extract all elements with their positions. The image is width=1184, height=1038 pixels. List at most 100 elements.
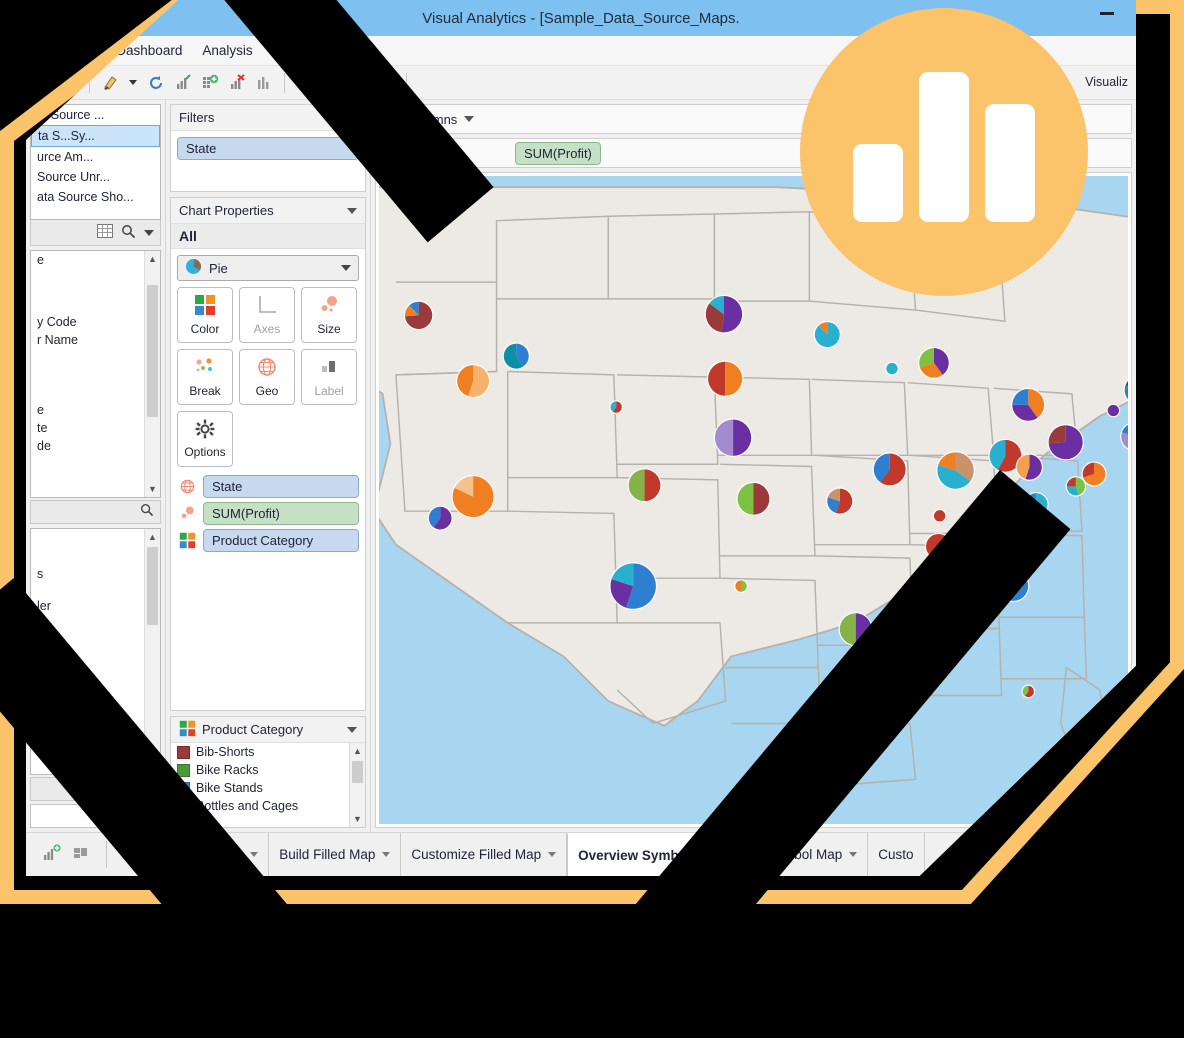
measure-item-0[interactable]: s	[31, 565, 160, 583]
pie-mark-colorado[interactable]	[627, 468, 662, 503]
marks-shelf-row-state[interactable]: State	[171, 473, 365, 500]
minimize-button[interactable]	[1100, 12, 1114, 15]
pie-mark-nebraska[interactable]	[713, 418, 753, 458]
pie-mark-iowa[interactable]	[872, 452, 907, 487]
marks-all-row[interactable]: All	[171, 224, 365, 249]
pie-mark-indiana[interactable]	[936, 451, 975, 490]
field-search-bar-top[interactable]	[30, 499, 161, 524]
chart-properties-header[interactable]: Chart Properties	[171, 198, 365, 224]
data-source-list[interactable]: ta Source ... ta S...Sy... urce Am... So…	[30, 104, 161, 220]
field-item-0[interactable]: e	[31, 251, 160, 269]
data-source-item-2[interactable]: urce Am...	[31, 147, 160, 167]
legend-item-0[interactable]: Bib-Shorts	[171, 743, 365, 761]
pie-mark-nevada[interactable]	[451, 474, 495, 519]
marks-pill-product-category[interactable]: Product Category	[203, 529, 359, 552]
pie-mark-vermont[interactable]	[1106, 403, 1121, 418]
pie-mark-kentucky[interactable]	[932, 508, 947, 523]
chevron-down-icon[interactable]	[144, 229, 154, 236]
marks-shelf-empty-space[interactable]	[171, 554, 365, 710]
format-painter-caret-icon[interactable]	[129, 80, 137, 85]
data-source-item-3[interactable]: Source Unr...	[31, 167, 160, 187]
field-item-3[interactable]: e	[31, 401, 160, 419]
pie-mark-florida[interactable]	[1021, 684, 1036, 699]
pie-mark-illinois[interactable]	[1011, 387, 1046, 422]
chevron-down-icon-columns[interactable]	[464, 116, 475, 122]
chevron-down-icon-tab-0[interactable]	[250, 852, 259, 857]
color-button[interactable]: Color	[177, 287, 233, 343]
search-icon-2[interactable]	[140, 503, 154, 520]
pie-mark-kansas[interactable]	[736, 481, 771, 516]
tab-customize-symbol-map[interactable]: Custo	[868, 833, 925, 876]
data-source-item-4[interactable]: ata Source Sho...	[31, 187, 160, 207]
filter-pill-state[interactable]: State	[177, 137, 359, 160]
break-button[interactable]: Break	[177, 349, 233, 405]
options-button[interactable]: Options	[177, 411, 233, 467]
new-chart-icon[interactable]	[171, 71, 195, 95]
label-button[interactable]: Label	[301, 349, 357, 405]
field-list-scrollbar[interactable]: ▲ ▼	[144, 251, 160, 497]
chevron-down-icon-legend[interactable]	[347, 726, 357, 733]
remove-chart-icon[interactable]	[225, 71, 249, 95]
legend-scroll-up-icon[interactable]: ▲	[350, 743, 365, 759]
chevron-down-icon-tab-2[interactable]	[548, 852, 557, 857]
legend-item-2[interactable]: Bike Stands	[171, 779, 365, 797]
search-icon[interactable]	[121, 224, 136, 242]
geo-button[interactable]: Geo	[239, 349, 295, 405]
pie-mark-north-dakota[interactable]	[704, 294, 744, 334]
marks-pill-sum-profit[interactable]: SUM(Profit)	[203, 502, 359, 525]
legend-scroll-down-icon[interactable]: ▼	[350, 811, 365, 827]
rows-pill-sum-profit[interactable]: SUM(Profit)	[515, 141, 601, 165]
legend-scrollbar[interactable]: ▲ ▼	[349, 743, 365, 827]
new-dashboard-icon[interactable]	[72, 844, 92, 865]
new-worksheet-icon[interactable]	[42, 844, 62, 865]
legend-scroll-thumb[interactable]	[352, 761, 363, 783]
pie-mark-arizona[interactable]	[609, 562, 658, 611]
field-list-dimensions[interactable]: e y Code r Name e te de ▲ ▼	[30, 250, 161, 498]
chevron-down-icon-marktype[interactable]	[341, 265, 351, 271]
marks-shelf-row-category[interactable]: Product Category	[171, 527, 365, 554]
scroll-thumb-2[interactable]	[147, 546, 158, 625]
pie-mark-michigan[interactable]	[918, 346, 950, 379]
pie-mark-minnesota[interactable]	[813, 320, 842, 349]
pie-mark-washington[interactable]	[403, 300, 434, 331]
scroll-down-icon[interactable]: ▼	[145, 481, 160, 497]
bar-chart-icon[interactable]	[252, 71, 276, 95]
tab-customize-filled-map[interactable]: Customize Filled Map	[401, 833, 568, 876]
pie-mark-newyork[interactable]	[1047, 423, 1084, 461]
pie-mark-california[interactable]	[427, 505, 453, 531]
data-source-item-1[interactable]: ta S...Sy...	[31, 125, 160, 147]
chevron-down-icon-tab-1[interactable]	[382, 852, 391, 857]
scroll-up-icon[interactable]: ▲	[145, 251, 160, 267]
pie-mark-pennsylvania[interactable]	[1015, 453, 1044, 481]
pie-mark-idaho[interactable]	[502, 342, 530, 370]
format-painter-icon[interactable]	[98, 71, 122, 95]
pie-mark-wyoming[interactable]	[609, 400, 624, 415]
menu-item-analysis[interactable]: Analysis	[202, 43, 252, 58]
table-icon[interactable]	[97, 224, 113, 241]
marks-shelf-row-profit[interactable]: SUM(Profit)	[171, 500, 365, 527]
size-button[interactable]: Size	[301, 287, 357, 343]
field-item-1[interactable]: y Code	[31, 313, 160, 331]
refresh-icon[interactable]	[144, 71, 168, 95]
pie-mark-south-dakota[interactable]	[706, 360, 744, 398]
add-grid-icon[interactable]	[198, 71, 222, 95]
marks-pill-state[interactable]: State	[203, 475, 359, 498]
axes-button[interactable]: Axes	[239, 287, 295, 343]
field-item-4[interactable]: te	[31, 419, 160, 437]
chevron-down-icon-tab-4[interactable]	[849, 852, 858, 857]
pie-mark-oregon[interactable]	[455, 363, 491, 399]
measure-item-1[interactable]: ler	[31, 597, 160, 615]
field-item-5[interactable]: de	[31, 437, 160, 455]
pie-mark-missouri[interactable]	[826, 487, 854, 515]
pie-mark-maryland[interactable]	[1065, 476, 1087, 497]
scroll-up-icon-2[interactable]: ▲	[145, 529, 160, 545]
field-item-2[interactable]: r Name	[31, 331, 160, 349]
visualize-label[interactable]: Visualiz	[1085, 75, 1128, 89]
pie-mark-newmexico[interactable]	[734, 579, 748, 594]
chevron-down-icon-props[interactable]	[347, 207, 357, 214]
scroll-thumb[interactable]	[147, 285, 158, 417]
legend-item-1[interactable]: Bike Racks	[171, 761, 365, 779]
legend-header[interactable]: Product Category	[171, 717, 365, 743]
tab-build-filled-map[interactable]: Build Filled Map	[269, 833, 402, 876]
mark-type-select[interactable]: Pie	[177, 255, 359, 281]
